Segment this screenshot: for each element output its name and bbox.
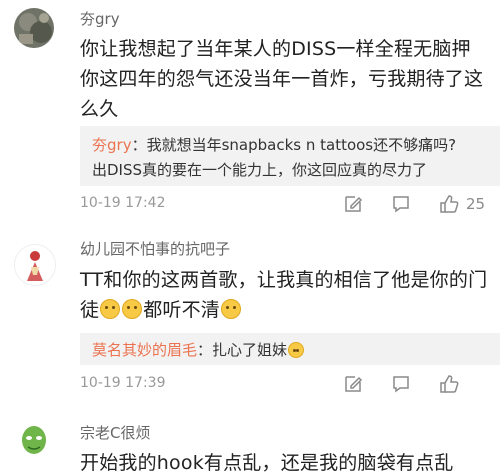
comment-text-line: 你让我想起了当年某人的DISS一样全程无脑押	[80, 38, 471, 60]
like-count: 25	[466, 195, 486, 213]
username[interactable]: 夯gry	[80, 8, 120, 29]
reply-username[interactable]: 莫名其妙的眉毛	[92, 341, 197, 359]
reply-line: 莫名其妙的眉毛：扎心了姐妹	[92, 339, 305, 360]
like-icon[interactable]	[438, 193, 460, 217]
edit-icon[interactable]	[342, 373, 364, 397]
comment-text-line: TT和你的这两首歌，让我真的相信了他是你的门	[80, 269, 488, 291]
comment-icon[interactable]	[390, 373, 412, 397]
avatar[interactable]	[14, 244, 56, 286]
username[interactable]: 幼儿园不怕事的抗吧子	[80, 238, 230, 259]
laugh-tears-emoji-icon	[221, 299, 242, 319]
comment-meta: 10-19 17:42 25	[80, 193, 500, 217]
comment-icon[interactable]	[390, 193, 412, 217]
reply-username[interactable]: 夯gry	[92, 136, 132, 154]
username[interactable]: 宗老C很烦	[80, 422, 150, 443]
avatar[interactable]	[14, 418, 54, 458]
comment-meta: 10-19 17:39	[80, 373, 500, 397]
avatar-image	[14, 8, 54, 48]
timestamp: 10-19 17:42	[80, 195, 166, 211]
comment-text: 都听不清	[143, 299, 221, 321]
avatar[interactable]	[14, 8, 54, 48]
edit-icon[interactable]	[342, 193, 364, 217]
avatar-image	[14, 418, 54, 458]
avatar-image	[15, 245, 55, 285]
reply-box[interactable]: 莫名其妙的眉毛：扎心了姐妹	[80, 333, 500, 365]
comment-text-line: 你这四年的怨气还没当年一首炸，亏我期待了这	[80, 68, 484, 90]
comment-text-line: 开始我的hook有点乱，还是我的脑袋有点乱	[80, 452, 454, 474]
comment-text: 徒	[80, 299, 100, 321]
reply-line: 出DISS真的要在一个能力上，你这回应真的尽力了	[92, 161, 428, 179]
laugh-tears-emoji-icon	[122, 299, 143, 319]
timestamp: 10-19 17:39	[80, 375, 166, 391]
reply-text: ：扎心了姐妹	[197, 341, 288, 359]
laugh-tears-emoji-icon	[100, 299, 121, 319]
comment-text-line: 么久	[80, 98, 119, 120]
like-icon[interactable]	[438, 373, 460, 397]
teary-emoji-icon	[288, 342, 305, 358]
reply-line: 夯gry：我就想当年snapbacks n tattoos还不够痛吗?	[92, 134, 456, 155]
comment-text-line: 徒 都听不清	[80, 295, 242, 322]
reply-text: ：我就想当年snapbacks n tattoos还不够痛吗?	[131, 136, 457, 154]
reply-box[interactable]: 夯gry：我就想当年snapbacks n tattoos还不够痛吗? 出DIS…	[80, 126, 500, 186]
